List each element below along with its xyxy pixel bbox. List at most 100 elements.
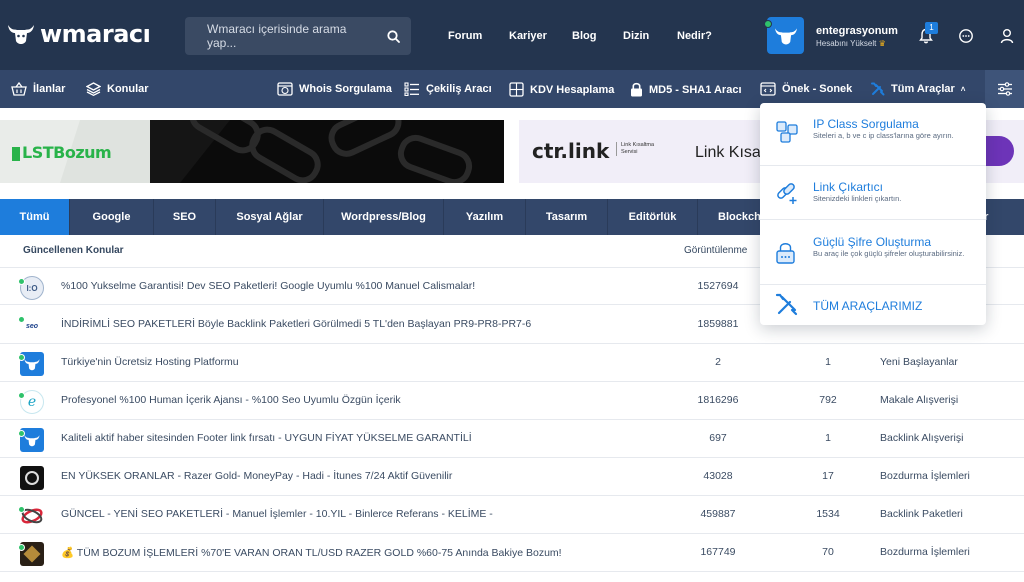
table-row[interactable]: Kaliteli aktif haber sitesinden Footer l… <box>0 420 1024 458</box>
banner-ctrlink-logo: ctr.link <box>532 139 610 163</box>
tab-sosyal-aglar[interactable]: Sosyal Ağlar <box>216 199 324 235</box>
search-box[interactable]: Wmaracı içerisinde arama yap... <box>185 17 411 55</box>
table-row[interactable]: GÜNCEL - YENİ SEO PAKETLERİ - Manuel İşl… <box>0 496 1024 534</box>
dropdown-item-title: Güçlü Şifre Oluşturma <box>813 235 932 249</box>
boxes-icon <box>776 121 798 143</box>
table-row[interactable]: 💰 TÜM BOZUM İŞLEMLERİ %70'E VARAN ORAN T… <box>0 534 1024 572</box>
banner-lstbozum-logo: LSTBozum <box>22 143 112 162</box>
table-row[interactable]: Türkiye'nin Ücretsiz Hosting Platformu 2… <box>0 344 1024 382</box>
tab-tasarim[interactable]: Tasarım <box>526 199 608 235</box>
brand-name: wmaracı <box>40 20 151 48</box>
topic-category[interactable]: Yeni Başlayanlar <box>880 356 958 368</box>
table-row[interactable]: EN YÜKSEK ORANLAR - Razer Gold- MoneyPay… <box>0 458 1024 496</box>
topic-title[interactable]: İNDİRİMLİ SEO PAKETLERİ Böyle Backlink P… <box>61 318 531 330</box>
topic-category[interactable]: Backlink Paketleri <box>880 508 963 520</box>
messages-button[interactable] <box>956 26 976 46</box>
dropdown-item-guclu-sifre[interactable]: Güçlü Şifre Oluşturma Bu araç ile çok gü… <box>760 220 986 285</box>
nav-konular[interactable]: Konular <box>86 82 149 96</box>
topic-title[interactable]: Profesyonel %100 Human İçerik Ajansı - %… <box>61 394 401 406</box>
nav-tum-araclar[interactable]: Tüm Araçlar ˄ <box>871 82 965 96</box>
site-logo[interactable]: wmaracı <box>6 20 151 48</box>
profile-button[interactable] <box>997 26 1017 46</box>
table-row[interactable]: e Profesyonel %100 Human İçerik Ajansı -… <box>0 382 1024 420</box>
topic-replies: 1 <box>825 432 831 444</box>
lock-icon <box>631 82 642 97</box>
topic-title[interactable]: 💰 TÜM BOZUM İŞLEMLERİ %70'E VARAN ORAN T… <box>61 546 562 559</box>
nav-cekilis[interactable]: Çekiliş Aracı <box>404 82 492 96</box>
topic-views: 43028 <box>703 470 733 482</box>
nav-kdv[interactable]: KDV Hesaplama <box>509 82 614 97</box>
all-tools-label: TÜM ARAÇLARIMIZ <box>813 299 923 313</box>
online-indicator <box>18 354 25 361</box>
nav-blog[interactable]: Blog <box>572 30 596 42</box>
avatar[interactable] <box>767 17 804 54</box>
topic-category[interactable]: Makale Alışverişi <box>880 394 958 406</box>
topic-category[interactable]: Bozdurma İşlemleri <box>880 546 970 558</box>
tab-google[interactable]: Google <box>70 199 154 235</box>
dropdown-item-desc: Siteleri a, b ve c ip class'larına göre … <box>813 131 954 140</box>
tab-yazilim[interactable]: Yazılım <box>444 199 526 235</box>
online-indicator <box>18 544 25 551</box>
user-icon <box>1000 29 1014 44</box>
list-icon <box>404 82 419 96</box>
chevron-up-icon: ˄ <box>960 84 966 94</box>
nav-md5[interactable]: MD5 - SHA1 Aracı <box>630 82 742 97</box>
online-indicator <box>18 392 25 399</box>
nav-ilanlar[interactable]: İlanlar <box>11 82 65 96</box>
topic-views: 2 <box>715 356 721 368</box>
sliders-icon <box>997 82 1012 96</box>
search-input[interactable]: Wmaracı içerisinde arama yap... <box>207 22 375 50</box>
topic-title[interactable]: %100 Yukselme Garantisi! Dev SEO Paketle… <box>61 280 475 292</box>
bull-logo-icon <box>8 25 34 44</box>
globe-window-icon <box>277 82 293 96</box>
nav-whois[interactable]: Whois Sorgulama <box>277 82 392 96</box>
dropdown-item-title: IP Class Sorgulama <box>813 117 919 131</box>
dropdown-item-desc: Sitenizdeki linkleri çıkartın. <box>813 194 902 203</box>
nav-nedir[interactable]: Nedir? <box>677 30 712 42</box>
tab-editorluk[interactable]: Editörlük <box>608 199 698 235</box>
nav-dizin[interactable]: Dizin <box>623 30 649 42</box>
dropdown-item-title: Link Çıkartıcı <box>813 180 884 194</box>
topic-replies: 1534 <box>816 508 840 520</box>
topic-title[interactable]: Kaliteli aktif haber sitesinden Footer l… <box>61 432 472 444</box>
search-button[interactable] <box>375 17 411 55</box>
topic-views: 697 <box>709 432 727 444</box>
username[interactable]: entegrasyonum <box>816 25 898 37</box>
online-indicator <box>18 278 25 285</box>
topic-category[interactable]: Bozdurma İşlemleri <box>880 470 970 482</box>
topic-views: 167749 <box>700 546 736 558</box>
dropdown-item-ip-class[interactable]: IP Class Sorgulama Siteleri a, b ve c ip… <box>760 103 986 166</box>
topic-replies: 17 <box>822 470 834 482</box>
topic-replies: 1 <box>825 356 831 368</box>
dropdown-item-link-cikartici[interactable]: Link Çıkartıcı Sitenizdeki linkleri çıka… <box>760 166 986 220</box>
nav-onek[interactable]: Önek - Sonek <box>760 82 852 96</box>
wrench-screwdriver-icon <box>775 293 798 316</box>
tools-icon <box>871 82 885 96</box>
dropdown-all-tools[interactable]: TÜM ARAÇLARIMIZ <box>760 285 986 325</box>
nav-forum[interactable]: Forum <box>448 30 482 42</box>
topic-views: 1816296 <box>697 394 739 406</box>
upgrade-link[interactable]: Hesabını Yükselt ♛ <box>816 39 886 48</box>
tab-wordpress-blog[interactable]: Wordpress/Blog <box>324 199 444 235</box>
password-lock-icon <box>776 243 795 264</box>
bull-avatar-icon <box>774 27 797 44</box>
tab-seo[interactable]: SEO <box>154 199 216 235</box>
topic-title[interactable]: GÜNCEL - YENİ SEO PAKETLERİ - Manuel İşl… <box>61 508 493 520</box>
topic-category[interactable]: Backlink Alışverişi <box>880 432 963 444</box>
nav-kariyer[interactable]: Kariyer <box>509 30 547 42</box>
topic-title[interactable]: Türkiye'nin Ücretsiz Hosting Platformu <box>61 356 239 368</box>
search-icon <box>386 29 400 43</box>
tools-dropdown-menu: IP Class Sorgulama Siteleri a, b ve c ip… <box>760 103 986 325</box>
topic-views: 459887 <box>700 508 736 520</box>
ad-banner-lstbozum[interactable]: LSTBozum <box>0 120 504 183</box>
topic-title[interactable]: EN YÜKSEK ORANLAR - Razer Gold- MoneyPay… <box>61 470 452 482</box>
topic-views: 1859881 <box>697 318 739 330</box>
settings-toggle-button[interactable] <box>985 70 1024 108</box>
nav-konular-label: Konular <box>107 83 149 95</box>
crown-icon: ♛ <box>878 39 886 48</box>
banner-ctrlink-sub: Link Kısaltma Servisi <box>616 142 658 156</box>
dropdown-item-desc: Bu araç ile çok güçlü şifreler oluşturab… <box>813 249 965 258</box>
tab-tumu[interactable]: Tümü <box>0 199 70 235</box>
nav-whois-label: Whois Sorgulama <box>299 83 392 95</box>
nav-md5-label: MD5 - SHA1 Aracı <box>649 83 742 96</box>
